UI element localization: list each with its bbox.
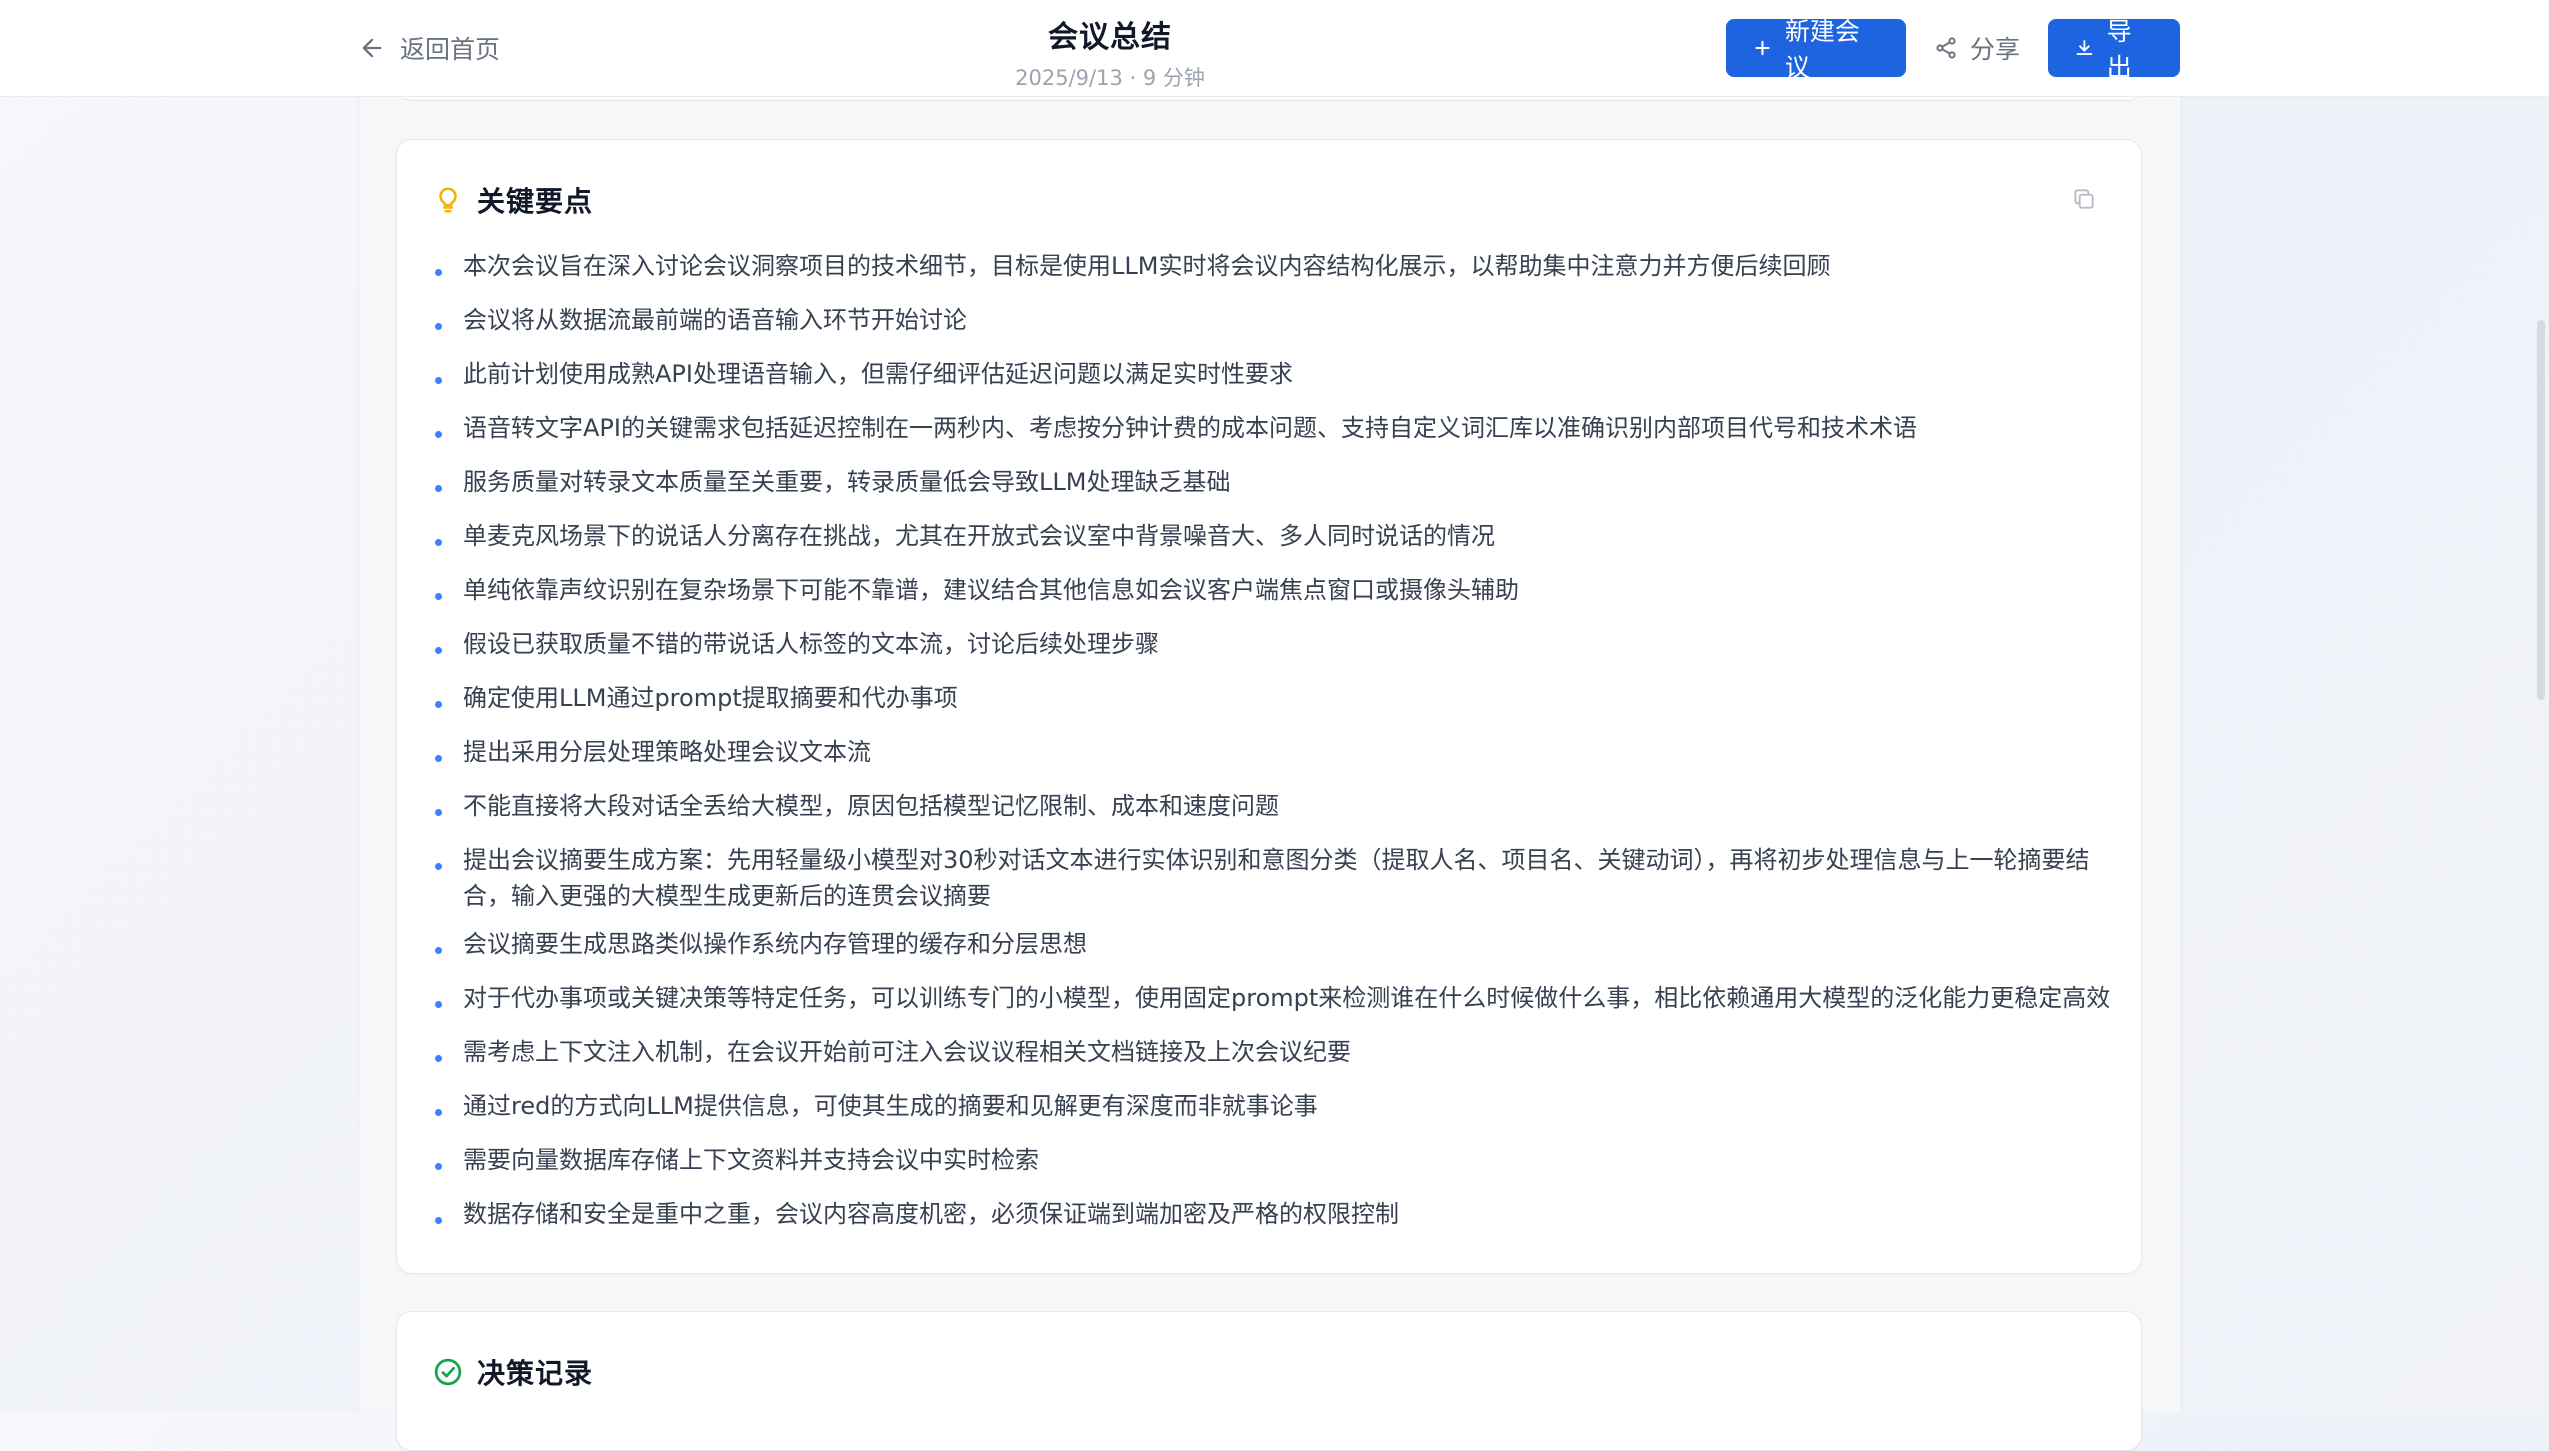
key-point-item: 需考虑上下文注入机制，在会议开始前可注入会议议程相关文档链接及上次会议纪要 — [433, 1034, 2113, 1070]
decisions-title: 决策记录 — [477, 1357, 594, 1390]
key-point-item: 不能直接将大段对话全丢给大模型，原因包括模型记忆限制、成本和速度问题 — [433, 788, 2113, 824]
share-icon — [1936, 37, 1956, 59]
decisions-header: 决策记录 — [433, 1352, 593, 1392]
key-point-item: 通过red的方式向LLM提供信息，可使其生成的摘要和见解更有深度而非就事论事 — [433, 1088, 2113, 1124]
key-point-item: 数据存储和安全是重中之重，会议内容高度机密，必须保证端到端加密及严格的权限控制 — [433, 1196, 2113, 1232]
key-point-item: 此前计划使用成熟API处理语音输入，但需仔细评估延迟问题以满足实时性要求 — [433, 356, 2113, 392]
key-point-item: 对于代办事项或关键决策等特定任务，可以训练专门的小模型，使用固定prompt来检… — [433, 980, 2113, 1016]
export-label: 导出 — [2106, 17, 2132, 82]
key-points-list: 本次会议旨在深入讨论会议洞察项目的技术细节，目标是使用LLM实时将会议内容结构化… — [433, 248, 2113, 1250]
header-actions: 新建会议 分享 导出 — [1726, 17, 2181, 82]
key-point-item: 单纯依靠声纹识别在复杂场景下可能不靠谱，建议结合其他信息如会议客户端焦点窗口或摄… — [433, 572, 2113, 608]
key-point-item: 会议摘要生成思路类似操作系统内存管理的缓存和分层思想 — [433, 926, 2113, 962]
key-points-card: 关键要点 本次会议旨在深入讨论会议洞察项目的技术细节，目标是使用LLM实时将会议… — [396, 139, 2142, 1274]
key-point-item: 提出采用分层处理策略处理会议文本流 — [433, 734, 2113, 770]
key-points-header: 关键要点 — [433, 180, 593, 220]
lightbulb-icon — [439, 187, 457, 213]
key-point-item: 提出会议摘要生成方案：先用轻量级小模型对30秒对话文本进行实体识别和意图分类（提… — [433, 842, 2113, 914]
decisions-card: 决策记录 — [396, 1311, 2142, 1451]
download-icon — [2076, 40, 2093, 56]
copy-icon[interactable] — [2071, 186, 2097, 212]
key-point-item: 会议将从数据流最前端的语音输入环节开始讨论 — [433, 302, 2113, 338]
export-button[interactable]: 导出 — [2048, 17, 2181, 82]
new-meeting-label: 新建会议 — [1784, 17, 1860, 82]
scrollbar[interactable] — [2537, 320, 2545, 700]
key-point-item: 本次会议旨在深入讨论会议洞察项目的技术细节，目标是使用LLM实时将会议内容结构化… — [433, 248, 2113, 284]
share-button[interactable]: 分享 — [1906, 19, 2048, 77]
plus-icon — [1755, 40, 1770, 56]
check-circle-icon — [434, 1358, 462, 1386]
key-point-item: 假设已获取质量不错的带说话人标签的文本流，讨论后续处理步骤 — [433, 626, 2113, 662]
key-point-item: 单麦克风场景下的说话人分离存在挑战，尤其在开放式会议室中背景噪音大、多人同时说话… — [433, 518, 2113, 554]
key-point-item: 确定使用LLM通过prompt提取摘要和代办事项 — [433, 680, 2113, 716]
new-meeting-button[interactable]: 新建会议 — [1726, 17, 1906, 82]
key-point-item: 需要向量数据库存储上下文资料并支持会议中实时检索 — [433, 1142, 2113, 1178]
share-label: 分享 — [1970, 35, 2021, 64]
key-point-item: 语音转文字API的关键需求包括延迟控制在一两秒内、考虑按分钟计费的成本问题、支持… — [433, 410, 2113, 446]
key-points-title: 关键要点 — [477, 185, 594, 218]
top-header: 返回首页 会议总结 2025/9/13 · 9 分钟 新建会议 分享 导出 — [0, 0, 2549, 97]
key-point-item: 服务质量对转录文本质量至关重要，转录质量低会导致LLM处理缺乏基础 — [433, 464, 2113, 500]
